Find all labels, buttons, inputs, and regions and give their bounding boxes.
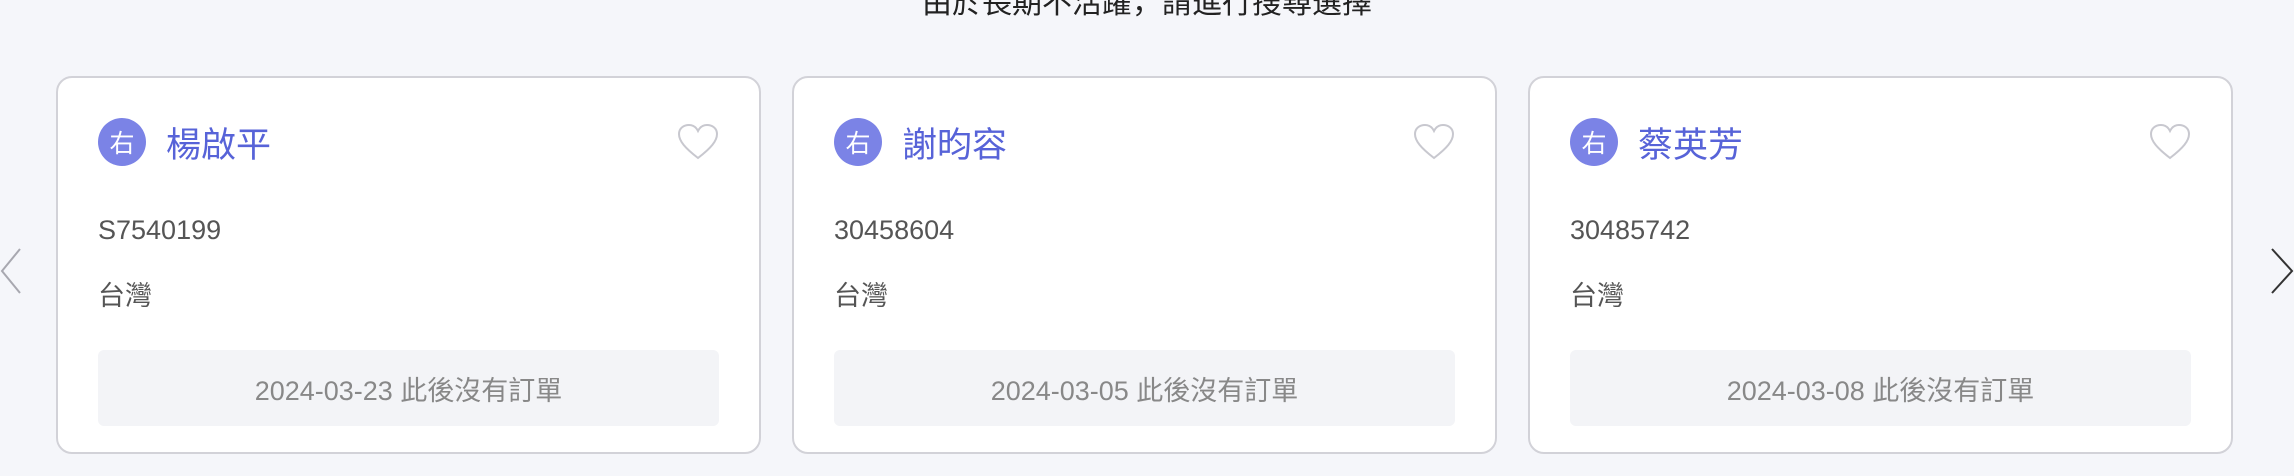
prev-arrow-button[interactable] xyxy=(0,247,28,295)
section-heading: 由於長期不活躍，請進行搜尋選擇 xyxy=(922,0,1372,20)
last-order-status: 2024-03-08 此後沒有訂單 xyxy=(1570,350,2191,426)
avatar: 右 xyxy=(98,118,146,166)
next-arrow-button[interactable] xyxy=(2266,247,2294,295)
customer-country: 台灣 xyxy=(834,281,888,311)
customer-country: 台灣 xyxy=(1570,281,1624,311)
last-order-status: 2024-03-05 此後沒有訂單 xyxy=(834,350,1455,426)
favorite-button[interactable] xyxy=(2149,123,2191,161)
heart-outline-icon xyxy=(1413,123,1455,160)
customer-card[interactable]: 右 蔡英芳 30485742 台灣 2024-03-08 此後沒有訂單 xyxy=(1528,76,2233,454)
card-header: 右 蔡英芳 xyxy=(1570,117,2191,167)
customer-country: 台灣 xyxy=(98,281,152,311)
chevron-right-icon xyxy=(2271,248,2294,294)
chevron-left-icon xyxy=(0,248,21,294)
avatar: 右 xyxy=(834,118,882,166)
favorite-button[interactable] xyxy=(677,123,719,161)
card-header: 右 楊啟平 xyxy=(98,117,719,167)
last-order-status: 2024-03-23 此後沒有訂單 xyxy=(98,350,719,426)
card-header: 右 謝昀容 xyxy=(834,117,1455,167)
favorite-button[interactable] xyxy=(1413,123,1455,161)
customer-card[interactable]: 右 楊啟平 S7540199 台灣 2024-03-23 此後沒有訂單 xyxy=(56,76,761,454)
customer-id: 30458604 xyxy=(834,215,955,245)
customer-card-list: 右 楊啟平 S7540199 台灣 2024-03-23 此後沒有訂單 右 謝昀… xyxy=(56,76,2233,454)
customer-id: 30485742 xyxy=(1570,215,1691,245)
customer-name[interactable]: 楊啟平 xyxy=(166,117,677,168)
customer-id: S7540199 xyxy=(98,215,222,245)
customer-name[interactable]: 蔡英芳 xyxy=(1638,117,2149,168)
heart-outline-icon xyxy=(2149,123,2191,160)
customer-name[interactable]: 謝昀容 xyxy=(902,117,1413,168)
avatar: 右 xyxy=(1570,118,1618,166)
customer-card[interactable]: 右 謝昀容 30458604 台灣 2024-03-05 此後沒有訂單 xyxy=(792,76,1497,454)
heart-outline-icon xyxy=(677,123,719,160)
